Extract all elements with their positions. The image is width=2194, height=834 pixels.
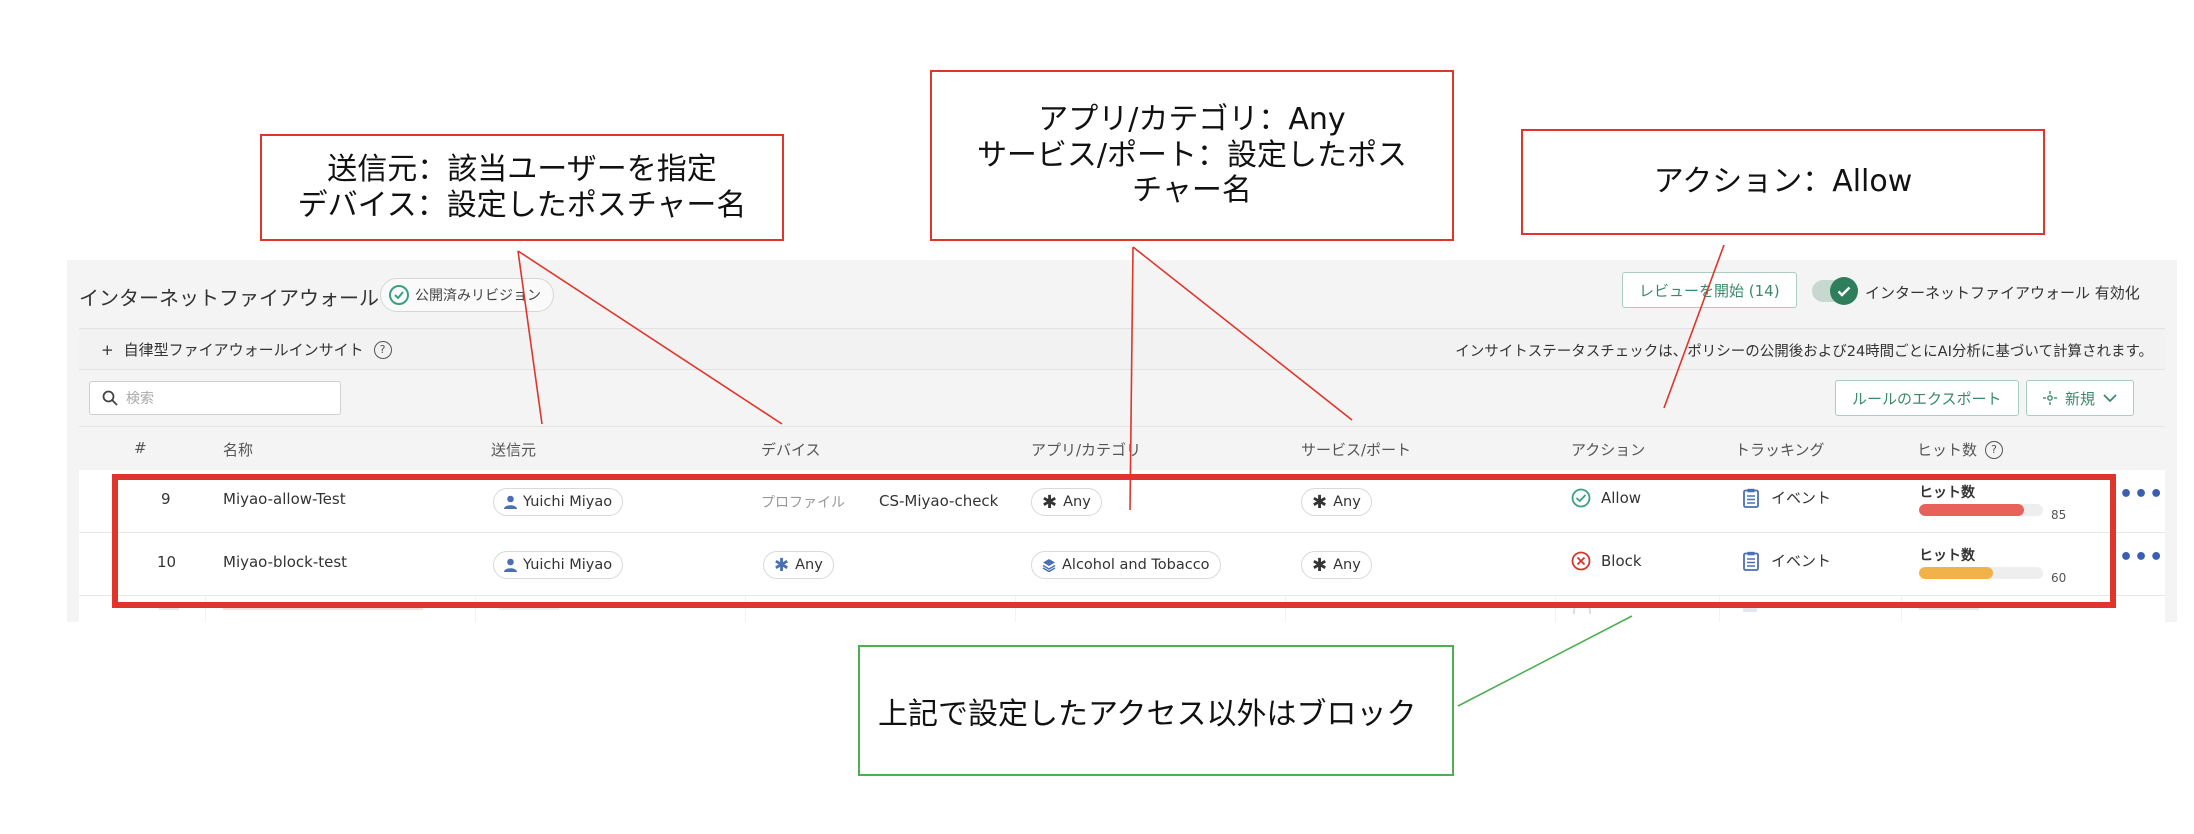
annotated-screenshot: インターネットファイアウォール 公開済みリビジョン レビューを開始 (14) イ… xyxy=(0,0,2194,834)
callout-source-device: 送信元：該当ユーザーを指定 デバイス：設定したポスチャー名 xyxy=(260,134,784,241)
callout-action: アクション：Allow xyxy=(1521,129,2045,235)
callout-app-service: アプリ/カテゴリ：Any サービス/ポート：設定したポス チャー名 xyxy=(930,70,1454,241)
callout-block-note: 上記で設定したアクセス以外はブロック xyxy=(858,645,1454,776)
